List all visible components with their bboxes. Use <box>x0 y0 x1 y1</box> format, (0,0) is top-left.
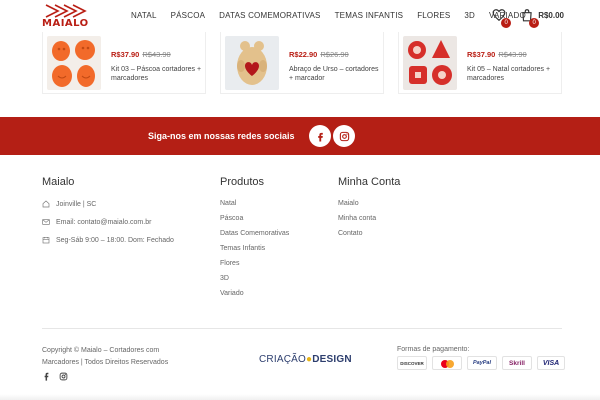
social-label: Siga-nos em nossas redes sociais <box>148 131 295 141</box>
product-card[interactable]: R$37.90 R$43.90 Kit 03 – Páscoa cortadore… <box>42 32 206 94</box>
old-price: R$26.90 <box>320 50 349 59</box>
sale-price: R$22.90 <box>289 50 318 59</box>
instagram-icon <box>339 131 349 141</box>
footer-divider <box>42 328 562 329</box>
footer-col-products: Produtos Natal Páscoa Datas Comemorativa… <box>220 176 289 305</box>
christmas-cutters-image <box>403 36 457 90</box>
product-info: R$22.90 R$26.90 Abraço de Urso – cortador… <box>289 44 383 83</box>
footer-link-minha-conta[interactable]: Minha conta <box>338 215 400 222</box>
footer-email[interactable]: Email: contato@maialo.com.br <box>42 218 174 226</box>
footer-link-3d[interactable]: 3D <box>220 275 289 282</box>
footer-title-account: Minha Conta <box>338 176 401 188</box>
main-nav: NATAL PÁSCOA DATAS COMEMORATIVAS TEMAS I… <box>124 11 533 20</box>
visa-icon: VISA <box>537 356 565 370</box>
footer-location: Joinville | SC <box>42 200 174 208</box>
old-price: R$43.90 <box>142 50 171 59</box>
footer-title-products: Produtos <box>220 176 265 188</box>
instagram-icon[interactable] <box>59 372 68 381</box>
social-band: Siga-nos em nossas redes sociais <box>0 117 600 155</box>
instagram-button[interactable] <box>333 125 355 147</box>
product-image-christmas[interactable] <box>403 36 457 90</box>
price-row: R$22.90 R$26.90 <box>289 44 383 62</box>
hours-text: Seg-Sáb 9:00 – 18:00. Dom: Fechado <box>56 236 174 244</box>
facebook-icon[interactable] <box>42 372 51 381</box>
site-header: MAIALO NATAL PÁSCOA DATAS COMEMORATIVAS … <box>0 0 600 32</box>
footer-link-flores[interactable]: Flores <box>220 260 289 267</box>
footer-link-temas[interactable]: Temas Infantis <box>220 245 289 252</box>
old-price: R$43.90 <box>498 50 527 59</box>
agency-credit[interactable]: CRIAÇÃO●DESIGN <box>259 354 352 365</box>
product-name[interactable]: Kit 05 – Natal cortadores + marcadores <box>467 65 561 83</box>
footer-title-company: Maialo <box>42 176 75 188</box>
product-image-bear[interactable] <box>225 36 279 90</box>
footer-link-pascoa[interactable]: Páscoa <box>220 215 289 222</box>
product-name[interactable]: Abraço de Urso – cortadores + marcador <box>289 65 383 83</box>
wishlist-count-badge: 0 <box>501 18 512 28</box>
cart-button[interactable]: 0 <box>520 8 540 28</box>
logo-arrows-icon <box>45 4 87 18</box>
product-info: R$37.90 R$43.90 Kit 05 – Natal cortadores… <box>467 44 561 83</box>
cart-total[interactable]: R$0.00 <box>538 11 564 20</box>
payment-methods: DISCOVER PayPal Skrill VISA <box>397 356 565 370</box>
mastercard-icon <box>432 356 462 370</box>
product-strip: R$37.90 R$43.90 Kit 03 – Páscoa cortadore… <box>42 32 562 94</box>
nav-item-temas-infantis[interactable]: TEMAS INFANTIS <box>328 11 411 20</box>
skrill-icon: Skrill <box>502 356 532 370</box>
price-row: R$37.90 R$43.90 <box>111 44 205 62</box>
footer-col-account: Minha Conta Maialo Minha conta Contato <box>338 176 400 245</box>
product-info: R$37.90 R$43.90 Kit 03 – Páscoa cortadore… <box>111 44 205 83</box>
nav-item-natal[interactable]: NATAL <box>124 11 164 20</box>
header-actions: 0 0 R$0.00 <box>478 8 564 28</box>
calendar-icon <box>42 237 50 244</box>
product-card[interactable]: R$37.90 R$43.90 Kit 05 – Natal cortadores… <box>398 32 562 94</box>
paypal-icon: PayPal <box>467 356 497 370</box>
nav-item-pascoa[interactable]: PÁSCOA <box>164 11 213 20</box>
footer-hours: Seg-Sáb 9:00 – 18:00. Dom: Fechado <box>42 236 174 244</box>
copyright: Copyright © Maialo – Cortadores com Marc… <box>42 345 202 369</box>
mastercard-yellow-circle <box>446 360 454 368</box>
product-image-easter[interactable] <box>47 36 101 90</box>
facebook-button[interactable] <box>309 125 331 147</box>
mail-icon <box>42 219 50 225</box>
wishlist-button[interactable]: 0 <box>492 8 512 28</box>
footer-social <box>42 372 68 381</box>
logo-text: MAIALO <box>42 18 89 29</box>
sale-price: R$37.90 <box>111 50 140 59</box>
payment-label: Formas de pagamento: <box>397 346 470 353</box>
copyright-line-1: Copyright © Maialo – Cortadores com <box>42 347 160 354</box>
credit-text-a: CRIAÇÃO <box>259 354 306 365</box>
product-card[interactable]: R$22.90 R$26.90 Abraço de Urso – cortador… <box>220 32 384 94</box>
nav-item-flores[interactable]: FLORES <box>410 11 457 20</box>
footer-link-natal[interactable]: Natal <box>220 200 289 207</box>
discover-card-icon: DISCOVER <box>397 356 427 370</box>
facebook-icon <box>317 132 323 142</box>
cart-count-badge: 0 <box>529 18 540 28</box>
page-bottom-shadow <box>0 394 600 400</box>
price-row: R$37.90 R$43.90 <box>467 44 561 62</box>
footer-link-contato[interactable]: Contato <box>338 230 400 237</box>
email-text[interactable]: Email: contato@maialo.com.br <box>56 219 151 226</box>
nav-item-datas-comemorativas[interactable]: DATAS COMEMORATIVAS <box>212 11 327 20</box>
copyright-line-2: Marcadores | Todos Direitos Reservados <box>42 359 169 366</box>
product-name[interactable]: Kit 03 – Páscoa cortadores + marcadores <box>111 65 205 83</box>
easter-cutters-image <box>47 36 101 90</box>
location-text: Joinville | SC <box>56 200 97 208</box>
footer-col-company: Maialo Joinville | SC Email: contato@mai… <box>42 176 174 254</box>
home-icon <box>42 200 50 208</box>
sale-price: R$37.90 <box>467 50 496 59</box>
logo[interactable]: MAIALO <box>42 3 88 29</box>
footer-link-variado[interactable]: Variado <box>220 290 289 297</box>
footer-link-datas[interactable]: Datas Comemorativas <box>220 230 289 237</box>
footer-link-maialo[interactable]: Maialo <box>338 200 400 207</box>
credit-text-b: DESIGN <box>312 354 352 365</box>
bear-cookie-image <box>225 36 279 90</box>
